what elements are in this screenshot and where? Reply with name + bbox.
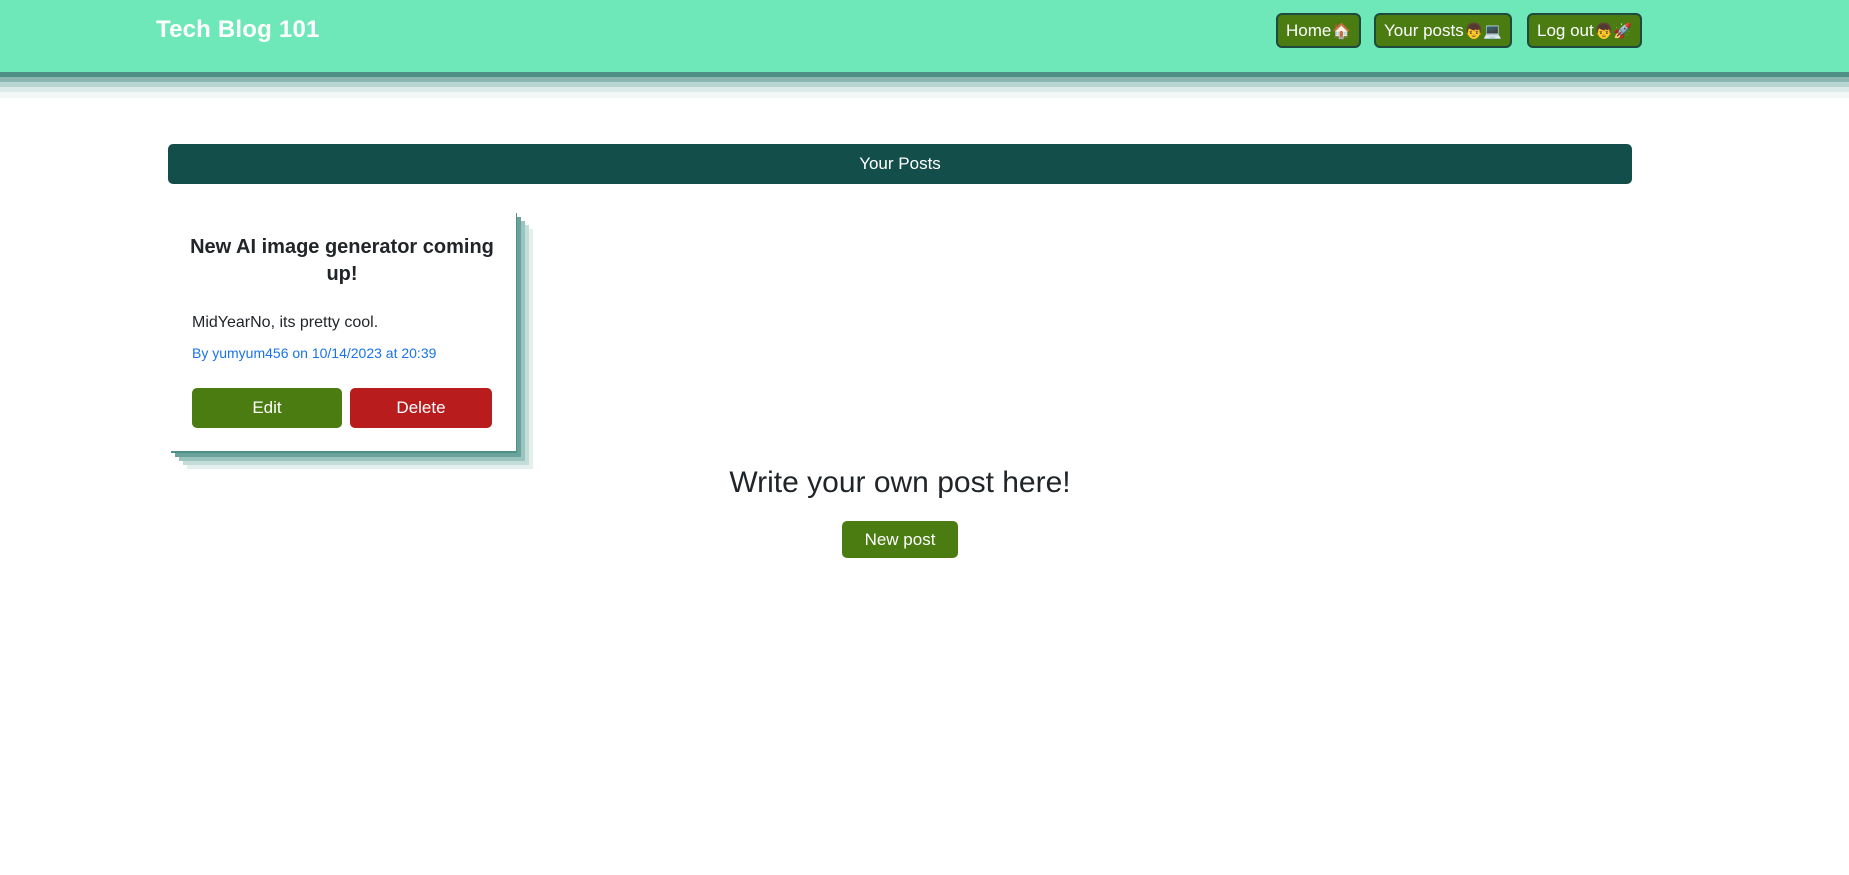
delete-button[interactable]: Delete xyxy=(350,388,492,428)
nav-home-button[interactable]: Home🏠 xyxy=(1276,13,1362,48)
new-post-button[interactable]: New post xyxy=(842,521,958,558)
person-laptop-icon: 👦💻 xyxy=(1464,23,1503,40)
person-rocket-icon: 👦🚀 xyxy=(1594,23,1633,40)
post-title: New AI image generator coming up! xyxy=(190,236,494,285)
nav-home-label: Home xyxy=(1286,21,1332,40)
post-card: New AI image generator coming up! MidYea… xyxy=(165,208,516,451)
post-meta: By yumyum456 on 10/14/2023 at 20:39 xyxy=(192,345,437,361)
post-body: MidYearNo, its pretty cool. xyxy=(192,314,379,331)
nav-your-posts-button[interactable]: Your posts👦💻 xyxy=(1374,13,1513,48)
section-header: Your Posts xyxy=(168,144,1632,184)
nav-your-posts-label: Your posts xyxy=(1384,21,1464,40)
house-icon: 🏠 xyxy=(1332,23,1352,40)
nav-logout-button[interactable]: Log out👦🚀 xyxy=(1527,13,1643,48)
navbar: Tech Blog 101 Home🏠 Your posts👦💻 Log out… xyxy=(0,0,1849,72)
cta-heading: Write your own post here! xyxy=(729,466,1071,499)
edit-button[interactable]: Edit xyxy=(192,388,342,428)
navbar-shadow xyxy=(0,72,1849,98)
nav-logout-label: Log out xyxy=(1537,21,1594,40)
brand-title[interactable]: Tech Blog 101 xyxy=(156,16,320,44)
